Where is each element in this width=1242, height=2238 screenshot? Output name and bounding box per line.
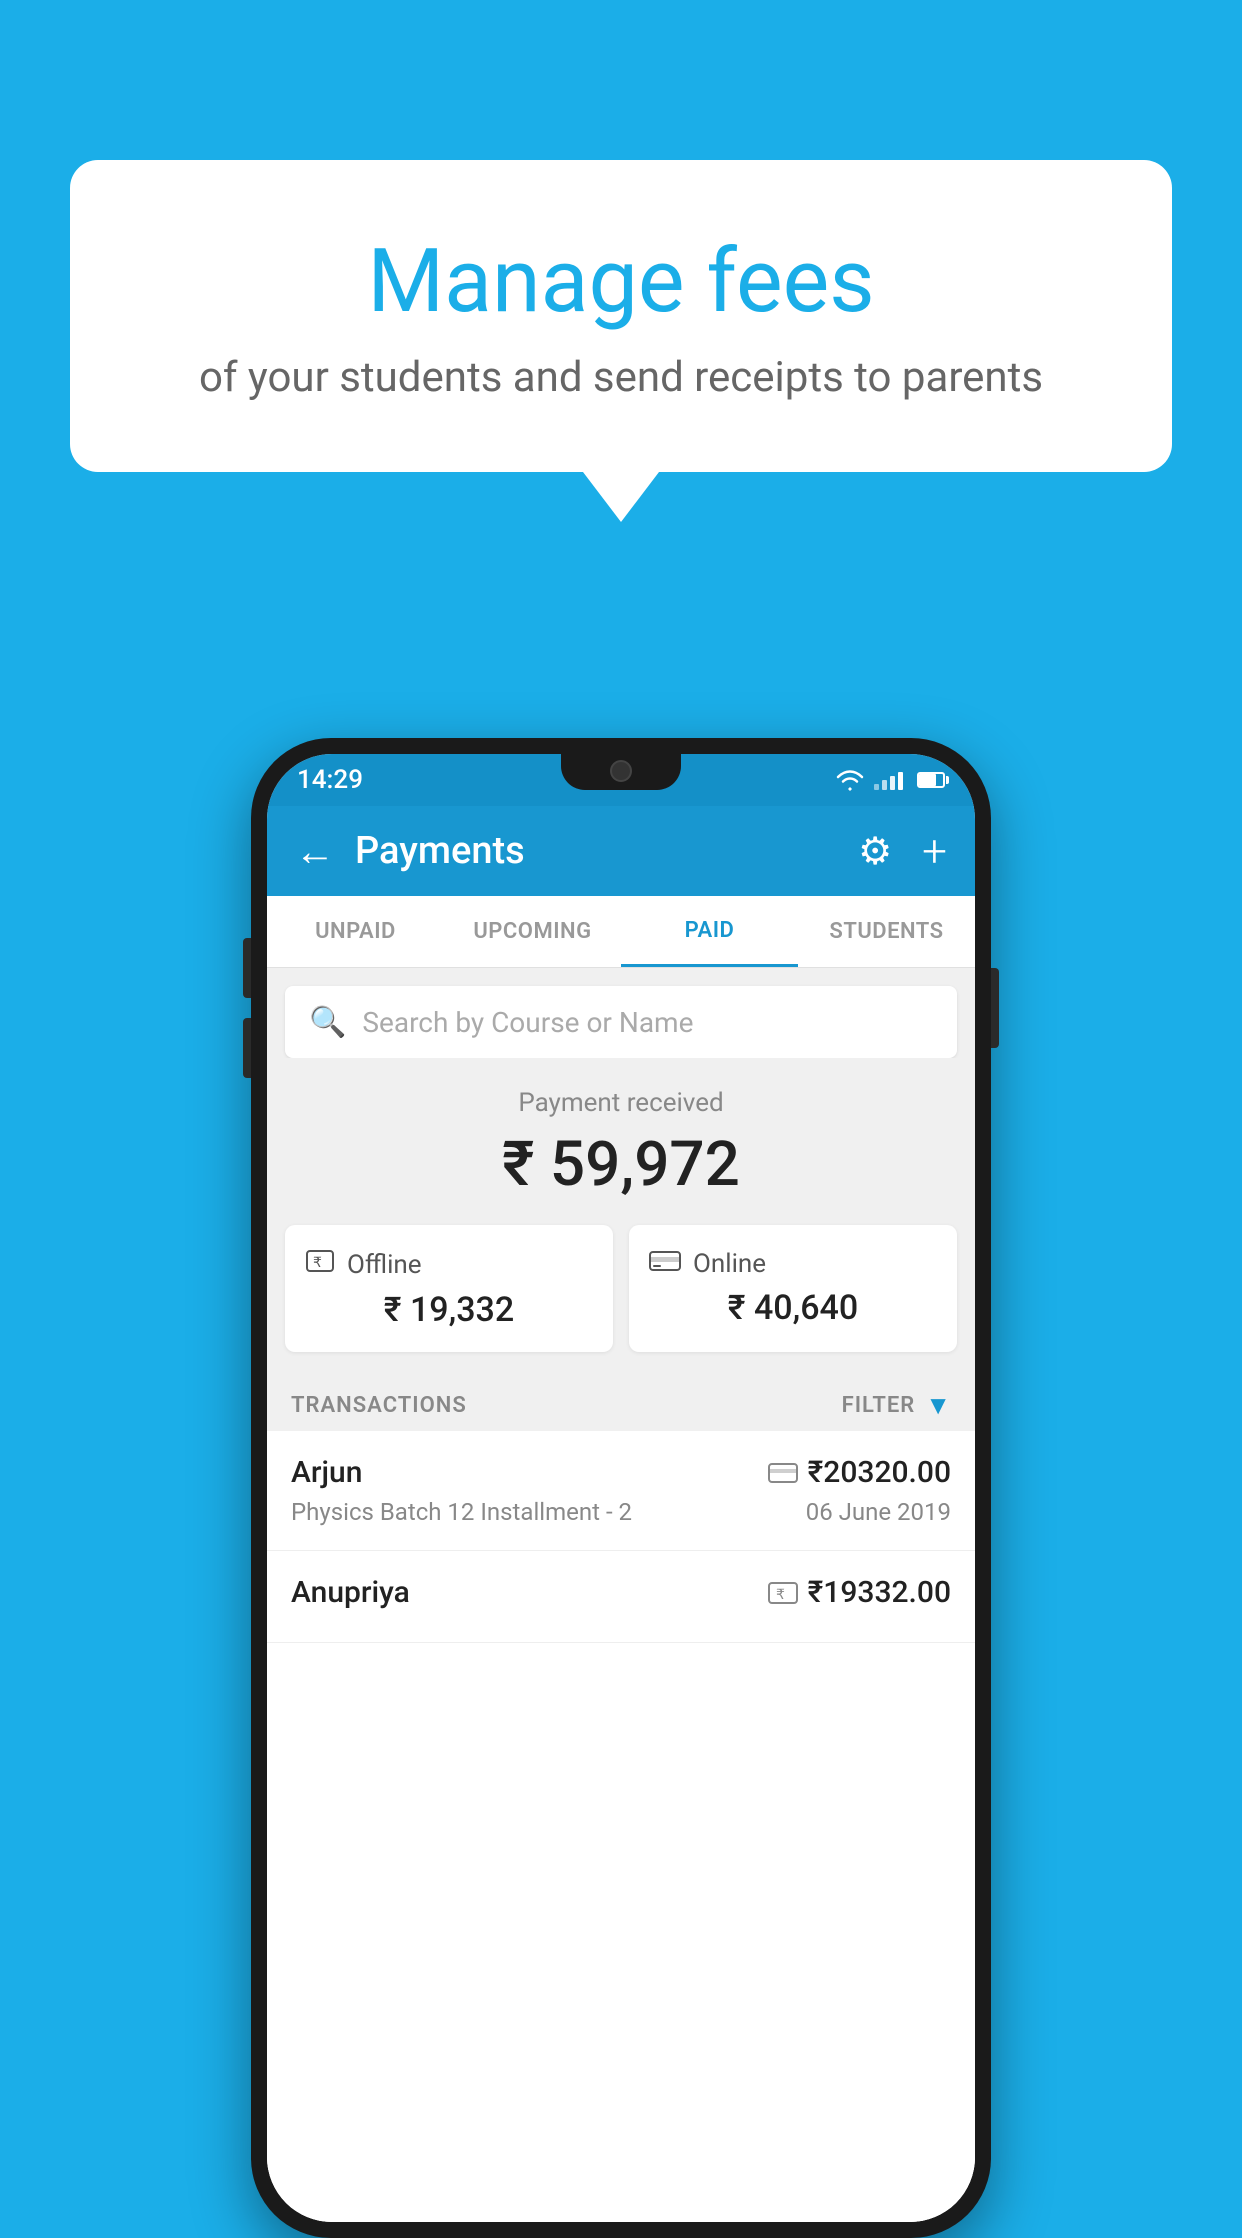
transaction-course: Physics Batch 12 Installment - 2 — [291, 1498, 632, 1526]
tabs-bar: UNPAID UPCOMING PAID STUDENTS — [267, 896, 975, 968]
tab-paid[interactable]: PAID — [621, 896, 798, 967]
app-background: Manage fees of your students and send re… — [0, 0, 1242, 2208]
back-button[interactable]: ← — [295, 828, 335, 875]
offline-card-header: ₹ Offline — [305, 1247, 593, 1282]
online-amount: ₹ 40,640 — [649, 1288, 937, 1328]
offline-icon: ₹ — [305, 1247, 335, 1282]
online-card-header: Online — [649, 1247, 937, 1280]
power-button — [991, 968, 999, 1048]
transaction-row-top: Arjun ₹20320.00 — [291, 1455, 951, 1490]
search-icon: 🔍 — [309, 1005, 346, 1040]
transaction-amount-row: ₹20320.00 — [768, 1455, 951, 1490]
volume-down-button — [243, 1018, 251, 1078]
payment-received-label: Payment received — [285, 1088, 957, 1118]
speech-bubble-subtitle: of your students and send receipts to pa… — [150, 353, 1092, 402]
transaction-name: Arjun — [291, 1455, 362, 1490]
transactions-label: TRANSACTIONS — [291, 1393, 467, 1418]
transaction-item-anupriya[interactable]: Anupriya ₹ ₹19332.00 — [267, 1551, 975, 1643]
battery-icon — [917, 772, 945, 788]
search-bar[interactable]: 🔍 Search by Course or Name — [285, 986, 957, 1058]
speech-bubble: Manage fees of your students and send re… — [70, 160, 1172, 472]
filter-icon: ▼ — [925, 1390, 951, 1421]
payment-total-amount: ₹ 59,972 — [285, 1128, 957, 1201]
app-title: Payments — [355, 829, 858, 873]
add-button[interactable]: + — [922, 825, 947, 877]
app-bar: ← Payments ⚙ + — [267, 806, 975, 896]
filter-label: FILTER — [842, 1393, 916, 1418]
svg-text:₹: ₹ — [313, 1254, 322, 1270]
card-payment-icon — [768, 1462, 798, 1484]
payment-cards: ₹ Offline ₹ 19,332 — [285, 1225, 957, 1352]
offline-payment-icon: ₹ — [768, 1580, 798, 1606]
settings-icon[interactable]: ⚙ — [858, 829, 892, 874]
phone-screen: 14:29 — [267, 754, 975, 2222]
transaction-name-2: Anupriya — [291, 1575, 410, 1610]
speech-bubble-tail — [583, 472, 659, 522]
transaction-amount: ₹20320.00 — [808, 1455, 951, 1490]
transaction-row-top-2: Anupriya ₹ ₹19332.00 — [291, 1575, 951, 1610]
svg-text:₹: ₹ — [776, 1586, 785, 1602]
tab-upcoming[interactable]: UPCOMING — [444, 896, 621, 967]
filter-container[interactable]: FILTER ▼ — [842, 1390, 951, 1421]
status-icons — [836, 769, 945, 791]
speech-bubble-container: Manage fees of your students and send re… — [70, 160, 1172, 522]
transaction-item-arjun[interactable]: Arjun ₹20320.00 Physics B — [267, 1431, 975, 1551]
content-area: 🔍 Search by Course or Name Payment recei… — [267, 968, 975, 2222]
transactions-header: TRANSACTIONS FILTER ▼ — [267, 1372, 975, 1431]
transaction-details: Physics Batch 12 Installment - 2 06 June… — [291, 1498, 951, 1526]
transaction-amount-2: ₹19332.00 — [808, 1575, 951, 1610]
app-bar-actions: ⚙ + — [858, 825, 947, 877]
tab-students[interactable]: STUDENTS — [798, 896, 975, 967]
online-icon — [649, 1247, 681, 1280]
transaction-list: Arjun ₹20320.00 Physics B — [267, 1431, 975, 2222]
phone-camera — [610, 760, 632, 782]
tab-unpaid[interactable]: UNPAID — [267, 896, 444, 967]
speech-bubble-title: Manage fees — [150, 230, 1092, 333]
offline-label: Offline — [347, 1250, 422, 1280]
transaction-date: 06 June 2019 — [806, 1498, 951, 1526]
payment-summary: Payment received ₹ 59,972 ₹ — [267, 1058, 975, 1372]
offline-amount: ₹ 19,332 — [305, 1290, 593, 1330]
search-placeholder: Search by Course or Name — [362, 1006, 693, 1039]
volume-up-button — [243, 938, 251, 998]
signal-bars-icon — [874, 770, 903, 790]
online-payment-card: Online ₹ 40,640 — [629, 1225, 957, 1352]
offline-payment-card: ₹ Offline ₹ 19,332 — [285, 1225, 613, 1352]
wifi-icon — [836, 769, 864, 791]
phone-frame: 14:29 — [251, 738, 991, 2238]
status-time: 14:29 — [297, 765, 363, 795]
transaction-amount-row-2: ₹ ₹19332.00 — [768, 1575, 951, 1610]
online-label: Online — [693, 1249, 766, 1279]
